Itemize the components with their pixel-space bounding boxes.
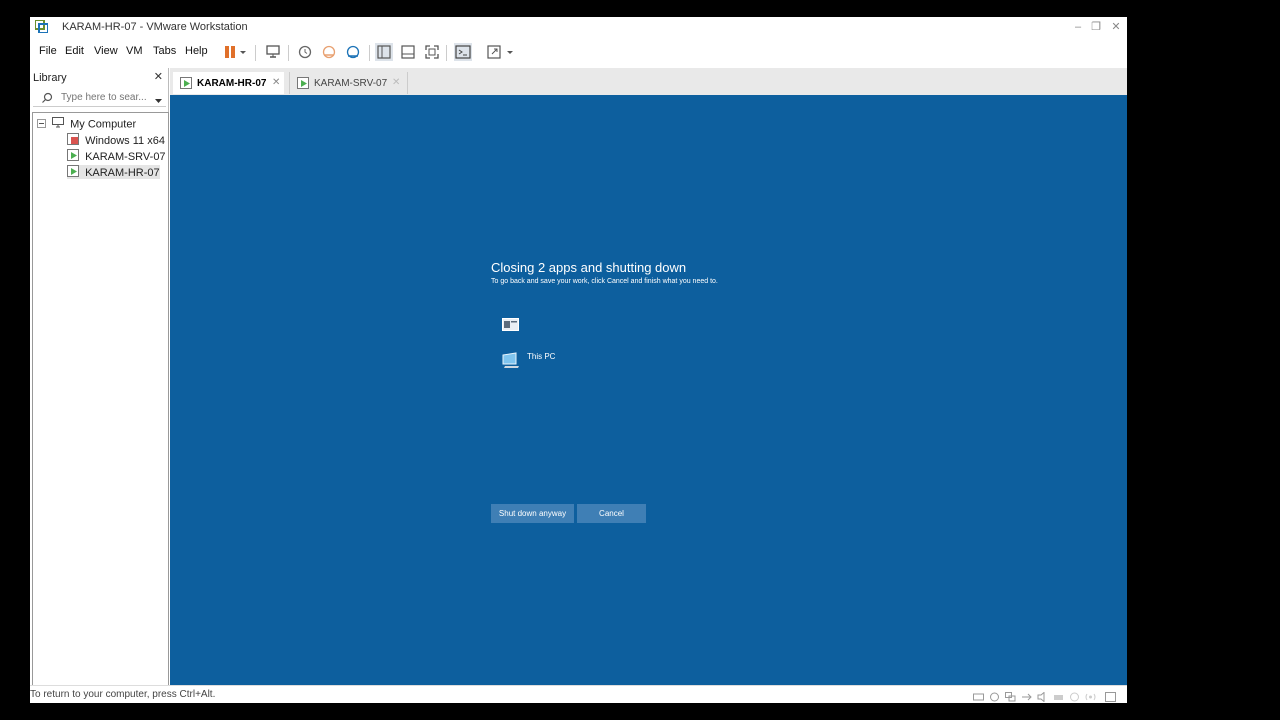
menu-tabs[interactable]: Tabs [153,45,176,57]
wireless-icon[interactable] [1085,689,1096,701]
library-panel: Library ✕ My Computer Windows 11 x64 [30,68,169,687]
status-bar: To return to your computer, press Ctrl+A… [30,685,1127,703]
vm-running-icon [67,149,79,165]
display-icon[interactable] [1069,689,1080,702]
sound-card-icon[interactable] [1037,689,1048,703]
menu-file[interactable]: File [39,45,57,57]
computer-icon [52,117,65,132]
tab-karam-hr-07[interactable]: KARAM-HR-07 ✕ [173,72,284,94]
revert-snapshot-icon[interactable] [320,43,338,61]
vm-running-icon [67,165,79,181]
window-title: KARAM-HR-07 - VMware Workstation [62,21,248,33]
usb-icon[interactable] [1021,689,1032,701]
title-bar: KARAM-HR-07 - VMware Workstation – ❐ ✕ [30,17,1127,37]
minimize-button[interactable]: – [1069,19,1087,35]
send-ctrl-alt-del-icon[interactable] [264,43,282,61]
app-window-icon [502,318,519,336]
vm-tab-strip: KARAM-HR-07 ✕ KARAM-SRV-07 ✕ [170,68,1127,95]
tree-item-label: KARAM-SRV-07 [85,150,166,163]
search-icon [41,91,53,109]
power-dropdown-icon[interactable] [238,43,248,61]
message-log-icon[interactable] [1105,689,1116,702]
tab-label: KARAM-SRV-07 [314,78,388,89]
collapse-icon[interactable] [37,118,46,132]
cancel-button[interactable]: Cancel [577,504,646,523]
vm-running-icon [297,77,309,92]
menu-vm[interactable]: VM [126,45,143,57]
vm-running-icon [180,77,192,92]
menu-view[interactable]: View [94,45,118,57]
library-tree: My Computer Windows 11 x64 KARAM-SRV-07 … [32,112,169,687]
tree-item-label: Windows 11 x64 [85,134,165,147]
app-label-this-pc: This PC [527,352,556,361]
this-pc-icon [502,352,521,374]
vm-powered-off-icon [67,133,79,149]
status-text: To return to your computer, press Ctrl+A… [30,689,216,700]
menu-edit[interactable]: Edit [65,45,84,57]
vm-console-screen[interactable]: Closing 2 apps and shutting down To go b… [170,95,1127,685]
cd-dvd-icon[interactable] [989,689,1000,702]
tab-label: KARAM-HR-07 [197,78,267,89]
thumbnail-bar-icon[interactable] [399,43,417,61]
network-adapter-icon[interactable] [1005,689,1016,702]
library-search [33,89,166,107]
tab-close-icon[interactable]: ✕ [272,77,280,88]
tab-karam-srv-07[interactable]: KARAM-SRV-07 ✕ [289,72,408,94]
tree-item-karam-srv-07[interactable]: KARAM-SRV-07 [67,149,166,163]
show-library-icon[interactable] [375,43,393,61]
stretch-dropdown-icon[interactable] [505,43,515,61]
shutdown-subheading: To go back and save your work, click Can… [491,278,718,285]
tab-close-icon[interactable]: ✕ [392,77,400,88]
close-window-button[interactable]: ✕ [1107,19,1125,35]
console-view-icon[interactable] [454,43,472,61]
tree-item-karam-hr-07[interactable]: KARAM-HR-07 [67,165,160,179]
printer-icon[interactable] [1053,689,1064,700]
tree-root-label: My Computer [70,118,137,131]
menu-bar: File Edit View VM Tabs Help [30,37,1127,67]
vmware-window: KARAM-HR-07 - VMware Workstation – ❐ ✕ F… [30,17,1127,703]
shutdown-heading: Closing 2 apps and shutting down [491,260,687,275]
stretch-guest-icon[interactable] [486,43,504,61]
tree-item-label: KARAM-HR-07 [85,166,160,179]
library-search-input[interactable] [61,90,149,104]
full-screen-icon[interactable] [423,43,441,61]
snapshot-icon[interactable] [296,43,314,61]
vmware-app-icon [34,19,49,34]
library-close-icon[interactable]: ✕ [154,70,163,83]
restore-button[interactable]: ❐ [1087,19,1105,35]
tree-node-my-computer[interactable]: My Computer [37,117,136,131]
shut-down-anyway-button[interactable]: Shut down anyway [491,504,574,523]
library-header: Library [33,72,67,84]
tree-item-windows-11-x64[interactable]: Windows 11 x64 [67,133,165,147]
menu-help[interactable]: Help [185,45,208,57]
search-dropdown-icon[interactable] [154,92,163,110]
snapshot-manager-icon[interactable] [344,43,362,61]
hard-disk-icon[interactable] [973,689,984,701]
